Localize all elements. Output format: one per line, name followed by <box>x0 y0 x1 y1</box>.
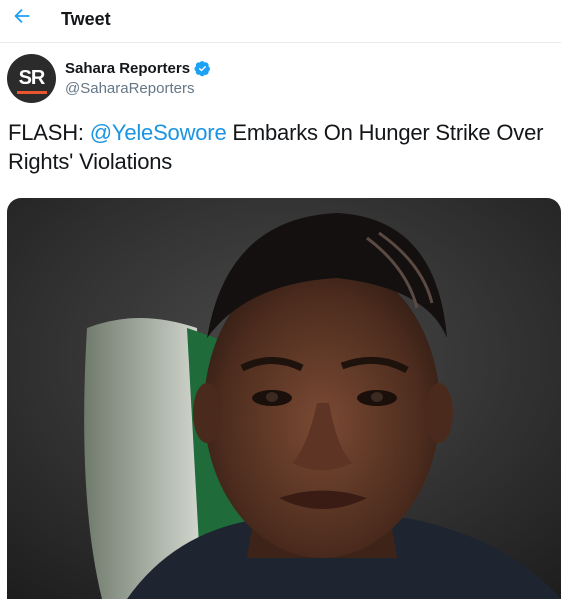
tweet-text-prefix: FLASH: <box>8 120 90 145</box>
avatar-initials: SR <box>18 66 46 89</box>
tweet-photo[interactable] <box>7 198 561 599</box>
photo-of-man-icon <box>7 198 561 599</box>
verified-badge-icon <box>194 60 211 77</box>
author-name-row: Sahara Reporters <box>65 60 211 77</box>
author-display-name[interactable]: Sahara Reporters <box>65 60 190 77</box>
author-handle[interactable]: @SaharaReporters <box>65 80 194 97</box>
mention-link[interactable]: @YeleSowore <box>90 120 227 145</box>
top-bar: Tweet <box>0 0 561 43</box>
arrow-left-icon <box>11 5 33 32</box>
page-title: Tweet <box>61 9 111 29</box>
avatar[interactable]: SR <box>7 54 56 103</box>
avatar-underline <box>16 90 47 94</box>
back-button[interactable] <box>8 4 36 32</box>
tweet-text: FLASH: @YeleSowore Embarks On Hunger Str… <box>8 118 558 176</box>
